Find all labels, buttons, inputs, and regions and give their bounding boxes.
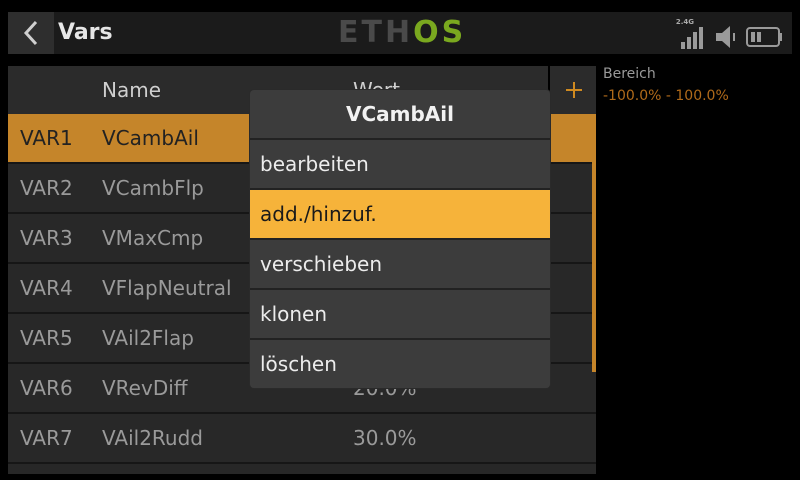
signal-strength-icon <box>681 27 703 49</box>
row-name: VCambFlp <box>102 176 204 200</box>
row-id: VAR6 <box>20 376 73 400</box>
row-id: VAR7 <box>20 426 73 450</box>
context-menu-title: VCambAil <box>250 90 550 140</box>
row-name: VRevDiff <box>102 376 188 400</box>
menu-item-edit[interactable]: bearbeiten <box>250 140 550 190</box>
row-name: VCambAil <box>102 126 199 150</box>
status-icons <box>680 16 784 50</box>
row-id: VAR1 <box>20 126 73 150</box>
add-button[interactable] <box>548 66 598 114</box>
column-header-name: Name <box>102 78 162 102</box>
row-name: VAil2Flap <box>102 326 194 350</box>
row-name: VAil2Rudd <box>102 426 203 450</box>
row-id: VAR2 <box>20 176 73 200</box>
page-title: Vars <box>58 20 113 45</box>
speaker-icon <box>716 26 735 48</box>
range-label: Bereich <box>603 66 656 82</box>
row-id: VAR5 <box>20 326 73 350</box>
menu-item-delete[interactable]: löschen <box>250 340 550 388</box>
plus-icon <box>566 82 582 98</box>
row-id: VAR4 <box>20 276 73 300</box>
context-menu: VCambAil bearbeiten add./hinzuf. verschi… <box>250 90 550 388</box>
scrollbar[interactable] <box>592 114 596 372</box>
back-button[interactable] <box>8 12 54 54</box>
table-row[interactable]: VAR7 VAil2Rudd 30.0% <box>8 414 596 464</box>
chevron-left-icon <box>23 20 38 46</box>
menu-item-clone[interactable]: klonen <box>250 290 550 340</box>
menu-item-move[interactable]: verschieben <box>250 240 550 290</box>
top-bar: Vars ETHOS 2.4G <box>8 12 792 54</box>
row-id: VAR3 <box>20 226 73 250</box>
row-name: VFlapNeutral <box>102 276 232 300</box>
ethos-logo: ETHOS <box>338 15 467 50</box>
row-name: VMaxCmp <box>102 226 204 250</box>
range-value: -100.0% - 100.0% <box>603 88 729 104</box>
row-value: 30.0% <box>353 426 417 450</box>
menu-item-add[interactable]: add./hinzuf. <box>250 190 550 240</box>
battery-icon <box>746 27 782 47</box>
